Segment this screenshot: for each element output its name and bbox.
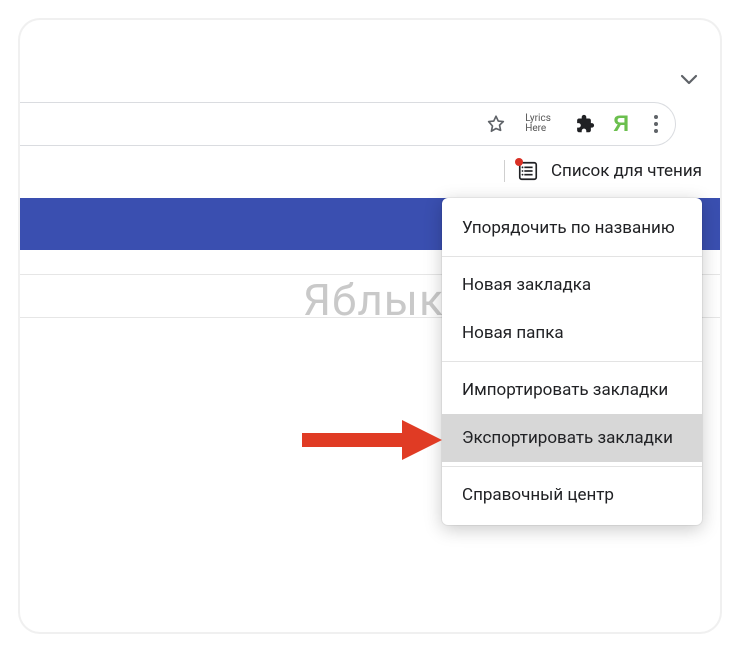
annotation-arrow-icon [302,418,442,462]
menu-item-export-bookmarks[interactable]: Экспортировать закладки [442,414,702,462]
star-icon[interactable] [485,113,507,135]
menu-item-help-center[interactable]: Справочный центр [442,471,702,519]
chevron-down-icon[interactable] [680,73,698,85]
address-bar[interactable]: Lyrics Here Я [20,102,676,146]
menu-separator [442,466,702,467]
bookmarks-context-menu: Упорядочить по названию Новая закладка Н… [442,198,702,525]
reading-list-label: Список для чтения [551,161,702,181]
extension-lyrics-here[interactable]: Lyrics Here [525,114,555,135]
reading-list-icon [517,160,539,182]
menu-item-new-folder[interactable]: Новая папка [442,309,702,357]
menu-item-sort-by-name[interactable]: Упорядочить по названию [442,204,702,252]
extensions-icon[interactable] [573,113,595,135]
menu-separator [442,361,702,362]
browser-menu-icon[interactable] [647,115,667,133]
menu-separator [442,256,702,257]
browser-window: Lyrics Here Я Список для чтения Яблык Уп… [20,20,720,632]
notification-dot-icon [515,158,523,166]
reading-list-button[interactable]: Список для чтения [504,154,702,188]
menu-item-new-bookmark[interactable]: Новая закладка [442,261,702,309]
menu-item-import-bookmarks[interactable]: Импортировать закладки [442,366,702,414]
extension-yandex-icon[interactable]: Я [613,111,629,137]
separator [504,160,505,182]
window-controls [680,70,698,89]
ext-label-line2: Here [525,124,555,135]
watermark-text: Яблык [303,274,444,326]
